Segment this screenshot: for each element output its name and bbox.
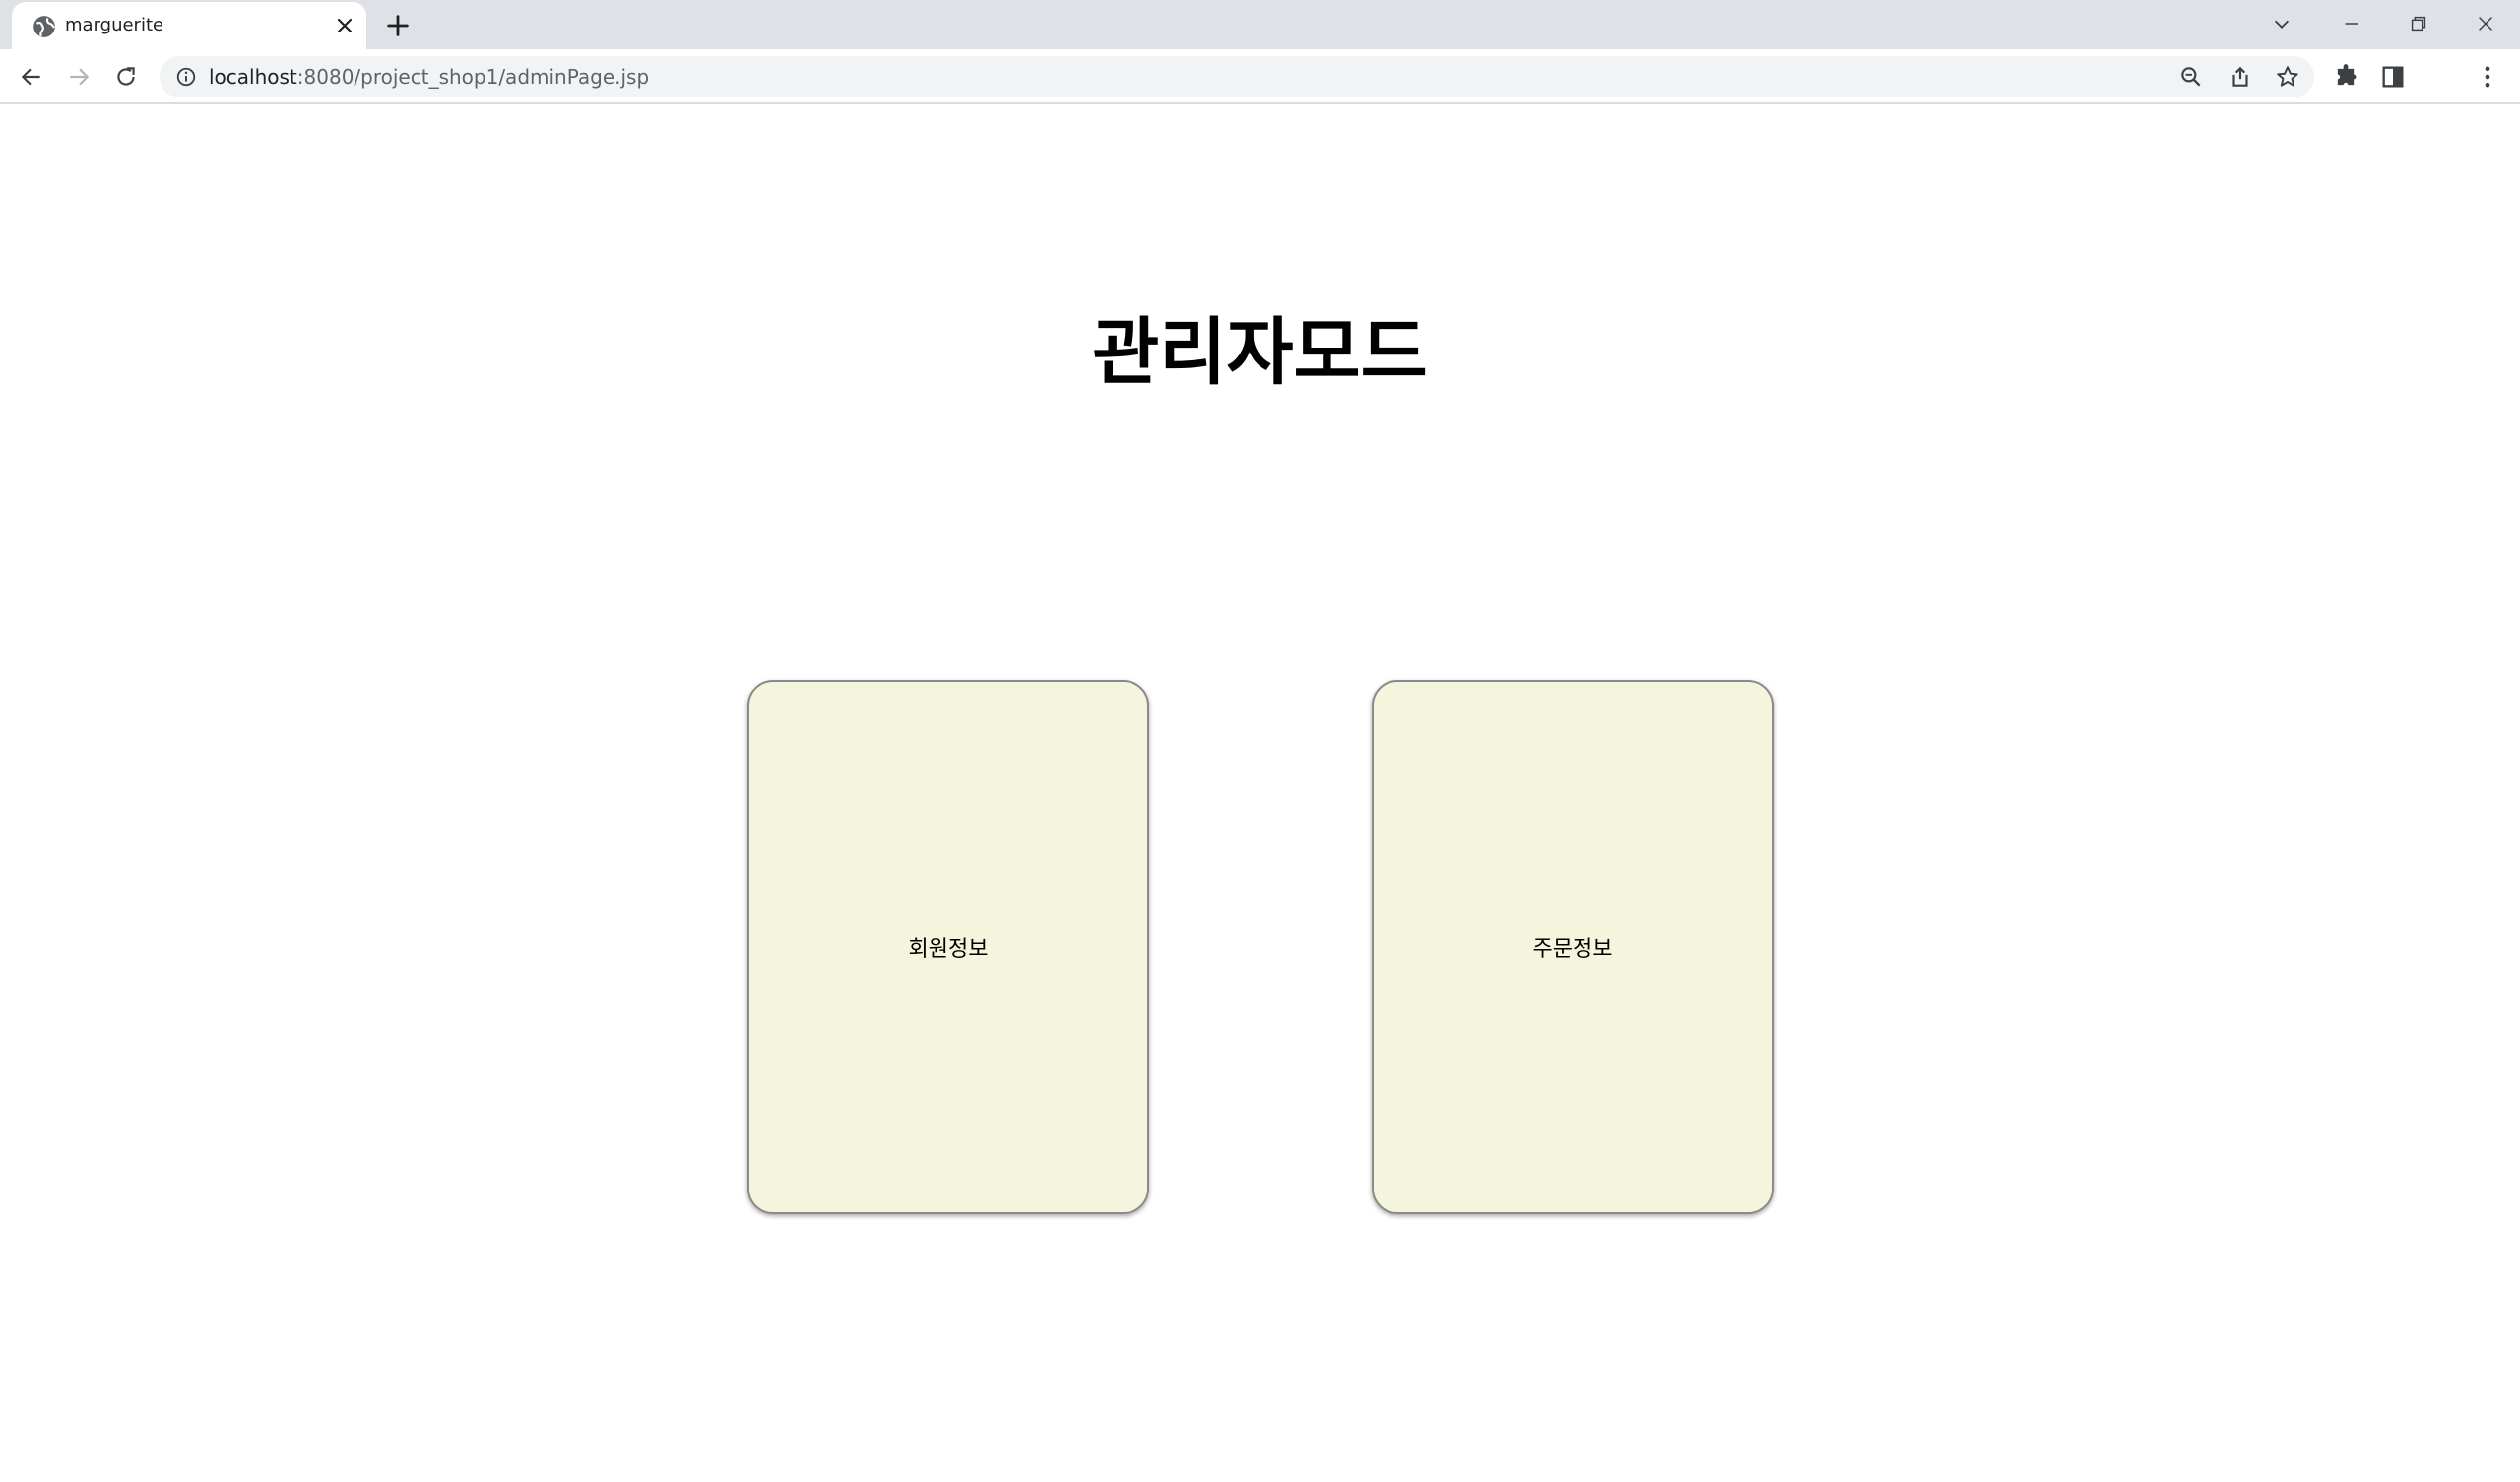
tab-title: marguerite <box>65 15 164 35</box>
minimize-button[interactable] <box>2328 6 2375 41</box>
restore-icon <box>2411 16 2426 32</box>
globe-icon <box>33 16 55 37</box>
url-host: localhost <box>209 65 297 89</box>
minimize-icon <box>2345 23 2358 25</box>
tab-strip: marguerite <box>0 0 2520 49</box>
forward-button[interactable] <box>63 61 95 93</box>
arrow-right-icon <box>70 68 90 86</box>
restore-button[interactable] <box>2395 6 2442 41</box>
more-menu-icon[interactable] <box>2474 63 2501 91</box>
extensions-icon[interactable] <box>2332 63 2359 91</box>
close-icon <box>2479 17 2492 31</box>
info-icon[interactable] <box>175 66 197 88</box>
share-icon[interactable] <box>2228 64 2253 90</box>
url-text[interactable]: localhost:8080/project_shop1/adminPage.j… <box>209 65 649 89</box>
browser-toolbar: localhost:8080/project_shop1/adminPage.j… <box>0 49 2520 104</box>
reload-icon <box>117 67 135 86</box>
order-info-card[interactable]: 주문정보 <box>1372 680 1774 1214</box>
page-content: 관리자모드 회원정보 주문정보 <box>0 106 2520 1482</box>
close-window-button[interactable] <box>2462 6 2509 41</box>
tab-search-button[interactable] <box>2258 6 2305 41</box>
order-info-label: 주문정보 <box>1532 937 1613 962</box>
reload-button[interactable] <box>110 61 142 93</box>
side-panel-icon[interactable] <box>2379 63 2407 91</box>
zoom-icon[interactable] <box>2178 64 2204 90</box>
back-button[interactable] <box>16 61 47 93</box>
chevron-down-icon <box>2274 20 2290 29</box>
url-path: :8080/project_shop1/adminPage.jsp <box>296 65 650 89</box>
browser-tab[interactable]: marguerite <box>12 2 366 49</box>
close-tab-icon[interactable] <box>333 14 356 37</box>
arrow-left-icon <box>21 68 40 86</box>
star-icon[interactable] <box>2275 64 2300 90</box>
new-tab-icon[interactable] <box>384 12 412 39</box>
address-bar[interactable]: localhost:8080/project_shop1/adminPage.j… <box>160 56 2314 97</box>
member-info-label: 회원정보 <box>908 937 989 962</box>
member-info-card[interactable]: 회원정보 <box>747 680 1149 1214</box>
page-title: 관리자모드 <box>1092 310 1428 395</box>
